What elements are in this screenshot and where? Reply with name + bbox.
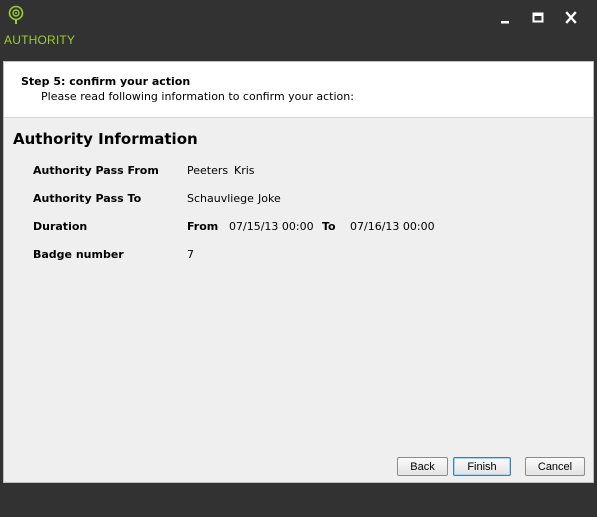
finish-button[interactable]: Finish: [453, 457, 511, 476]
section-title: Authority Information: [13, 130, 198, 148]
app-logo-icon: [8, 5, 24, 24]
step-description: Please read following information to con…: [41, 90, 354, 103]
step-title: Step 5: confirm your action: [21, 75, 191, 88]
from-value: 07/15/13 00:00: [229, 220, 314, 233]
pass-from-label: Authority Pass From: [33, 164, 159, 177]
step-header: Step 5: confirm your action Please read …: [4, 62, 593, 118]
maximize-icon[interactable]: [529, 10, 547, 26]
to-value: 07/16/13 00:00: [350, 220, 435, 233]
from-label: From: [187, 220, 219, 233]
badge-label: Badge number: [33, 248, 124, 261]
pass-to-lastname: Schauvliege: [187, 192, 254, 205]
pass-to-label: Authority Pass To: [33, 192, 142, 205]
badge-value: 7: [187, 248, 194, 261]
duration-label: Duration: [33, 220, 88, 233]
pass-to-firstname: Joke: [258, 192, 281, 205]
app-title: AUTHORITY: [4, 33, 76, 47]
close-icon[interactable]: [562, 10, 580, 26]
wizard-dialog: Step 5: confirm your action Please read …: [3, 61, 594, 483]
minimize-icon[interactable]: [496, 10, 514, 26]
pass-from-firstname: Kris: [234, 164, 255, 177]
back-button[interactable]: Back: [397, 457, 448, 476]
cancel-button[interactable]: Cancel: [525, 457, 585, 476]
to-label: To: [322, 220, 336, 233]
pass-from-lastname: Peeters: [187, 164, 229, 177]
title-bar: AUTHORITY: [0, 0, 597, 58]
